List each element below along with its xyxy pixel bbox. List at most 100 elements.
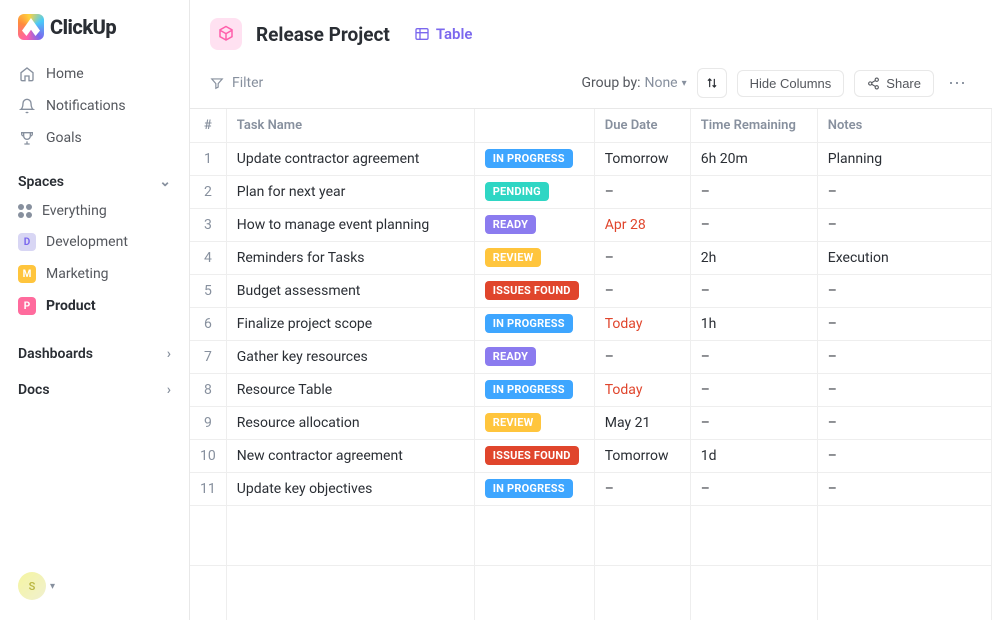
docs-label: Docs xyxy=(18,382,50,398)
cell-time[interactable]: 1d xyxy=(690,439,817,472)
cell-status[interactable]: IN PROGRESS xyxy=(474,142,594,175)
nav-notifications[interactable]: Notifications xyxy=(0,90,189,122)
cell-name[interactable]: Resource allocation xyxy=(226,406,474,439)
cell-notes[interactable]: Execution xyxy=(817,241,991,274)
cell-num: 1 xyxy=(190,142,226,175)
cell-status[interactable]: READY xyxy=(474,208,594,241)
sort-button[interactable] xyxy=(697,68,727,98)
nav-goals[interactable]: Goals xyxy=(0,122,189,154)
cell-status[interactable]: ISSUES FOUND xyxy=(474,439,594,472)
cell-name[interactable]: New contractor agreement xyxy=(226,439,474,472)
cell-status[interactable]: IN PROGRESS xyxy=(474,307,594,340)
cell-time[interactable]: 1h xyxy=(690,307,817,340)
cell-status[interactable]: PENDING xyxy=(474,175,594,208)
table-row[interactable]: 3How to manage event planningREADYApr 28… xyxy=(190,208,992,241)
cell-status[interactable]: IN PROGRESS xyxy=(474,472,594,505)
table-row[interactable]: 6Finalize project scopeIN PROGRESSToday1… xyxy=(190,307,992,340)
sidebar-item-label: Marketing xyxy=(46,266,109,282)
cell-name[interactable]: Update key objectives xyxy=(226,472,474,505)
cell-notes[interactable]: Planning xyxy=(817,142,991,175)
nav-home[interactable]: Home xyxy=(0,58,189,90)
table-row[interactable]: 1Update contractor agreementIN PROGRESST… xyxy=(190,142,992,175)
cell-num: 4 xyxy=(190,241,226,274)
chevron-right-icon: › xyxy=(167,346,171,362)
cell-name[interactable]: How to manage event planning xyxy=(226,208,474,241)
cell-status[interactable]: IN PROGRESS xyxy=(474,373,594,406)
cell-time[interactable]: – xyxy=(690,208,817,241)
logo[interactable]: ClickUp xyxy=(0,14,189,52)
cell-name[interactable]: Gather key resources xyxy=(226,340,474,373)
more-button[interactable]: ⋯ xyxy=(944,73,972,94)
docs-header[interactable]: Docs › xyxy=(0,368,189,404)
col-header-due[interactable]: Due Date xyxy=(594,109,690,142)
cell-notes[interactable]: – xyxy=(817,439,991,472)
cell-name[interactable]: Reminders for Tasks xyxy=(226,241,474,274)
table-row[interactable]: 11Update key objectivesIN PROGRESS––– xyxy=(190,472,992,505)
cell-notes[interactable]: – xyxy=(817,175,991,208)
dashboards-header[interactable]: Dashboards › xyxy=(0,332,189,368)
cell-time[interactable]: 6h 20m xyxy=(690,142,817,175)
cell-status[interactable]: READY xyxy=(474,340,594,373)
cell-notes[interactable]: – xyxy=(817,274,991,307)
col-header-time[interactable]: Time Remaining xyxy=(690,109,817,142)
hide-columns-button[interactable]: Hide Columns xyxy=(737,70,845,97)
cell-time[interactable]: – xyxy=(690,472,817,505)
cell-name[interactable]: Plan for next year xyxy=(226,175,474,208)
view-tab-table[interactable]: Table xyxy=(404,19,483,49)
cell-time[interactable]: – xyxy=(690,373,817,406)
filter-button[interactable]: Filter xyxy=(210,75,263,91)
cell-num: 6 xyxy=(190,307,226,340)
cell-due[interactable]: Today xyxy=(594,373,690,406)
cell-due[interactable]: – xyxy=(594,241,690,274)
cell-due[interactable]: Apr 28 xyxy=(594,208,690,241)
cell-status[interactable]: REVIEW xyxy=(474,406,594,439)
cell-status[interactable]: ISSUES FOUND xyxy=(474,274,594,307)
spaces-header[interactable]: Spaces ⌄ xyxy=(0,160,189,196)
cell-time[interactable]: – xyxy=(690,406,817,439)
share-icon xyxy=(867,77,880,90)
cell-due[interactable]: – xyxy=(594,472,690,505)
cell-name[interactable]: Update contractor agreement xyxy=(226,142,474,175)
cell-notes[interactable]: – xyxy=(817,340,991,373)
share-button[interactable]: Share xyxy=(854,70,934,97)
cell-status[interactable]: REVIEW xyxy=(474,241,594,274)
sidebar-item-product[interactable]: P Product xyxy=(0,290,189,322)
cell-notes[interactable]: – xyxy=(817,472,991,505)
col-header-notes[interactable]: Notes xyxy=(817,109,991,142)
col-header-num[interactable]: # xyxy=(190,109,226,142)
cell-due[interactable]: – xyxy=(594,175,690,208)
table-row[interactable]: 2Plan for next yearPENDING––– xyxy=(190,175,992,208)
cell-time[interactable]: 2h xyxy=(690,241,817,274)
table-row[interactable]: 9Resource allocationREVIEWMay 21–– xyxy=(190,406,992,439)
cell-name[interactable]: Budget assessment xyxy=(226,274,474,307)
cell-notes[interactable]: – xyxy=(817,373,991,406)
cell-due[interactable]: – xyxy=(594,340,690,373)
cell-due[interactable]: – xyxy=(594,274,690,307)
cell-due[interactable]: May 21 xyxy=(594,406,690,439)
user-menu[interactable]: S ▾ xyxy=(0,562,189,610)
cell-due[interactable]: Tomorrow xyxy=(594,142,690,175)
cell-notes[interactable]: – xyxy=(817,307,991,340)
sidebar-item-everything[interactable]: Everything xyxy=(0,196,189,226)
table-row[interactable]: 10New contractor agreementISSUES FOUNDTo… xyxy=(190,439,992,472)
groupby-dropdown[interactable]: Group by: None ▾ xyxy=(581,75,686,91)
cell-due[interactable]: Tomorrow xyxy=(594,439,690,472)
status-badge: IN PROGRESS xyxy=(485,479,573,498)
col-header-status[interactable] xyxy=(474,109,594,142)
cell-time[interactable]: – xyxy=(690,340,817,373)
sidebar-item-development[interactable]: D Development xyxy=(0,226,189,258)
cell-name[interactable]: Finalize project scope xyxy=(226,307,474,340)
cell-time[interactable]: – xyxy=(690,175,817,208)
cell-name[interactable]: Resource Table xyxy=(226,373,474,406)
table-row[interactable]: 8Resource TableIN PROGRESSToday–– xyxy=(190,373,992,406)
col-header-name[interactable]: Task Name xyxy=(226,109,474,142)
cell-notes[interactable]: – xyxy=(817,208,991,241)
sidebar-item-marketing[interactable]: M Marketing xyxy=(0,258,189,290)
cell-due[interactable]: Today xyxy=(594,307,690,340)
table-row[interactable]: 5Budget assessmentISSUES FOUND––– xyxy=(190,274,992,307)
cell-num: 2 xyxy=(190,175,226,208)
cell-notes[interactable]: – xyxy=(817,406,991,439)
table-row[interactable]: 7Gather key resourcesREADY––– xyxy=(190,340,992,373)
cell-time[interactable]: – xyxy=(690,274,817,307)
table-row[interactable]: 4Reminders for TasksREVIEW–2hExecution xyxy=(190,241,992,274)
